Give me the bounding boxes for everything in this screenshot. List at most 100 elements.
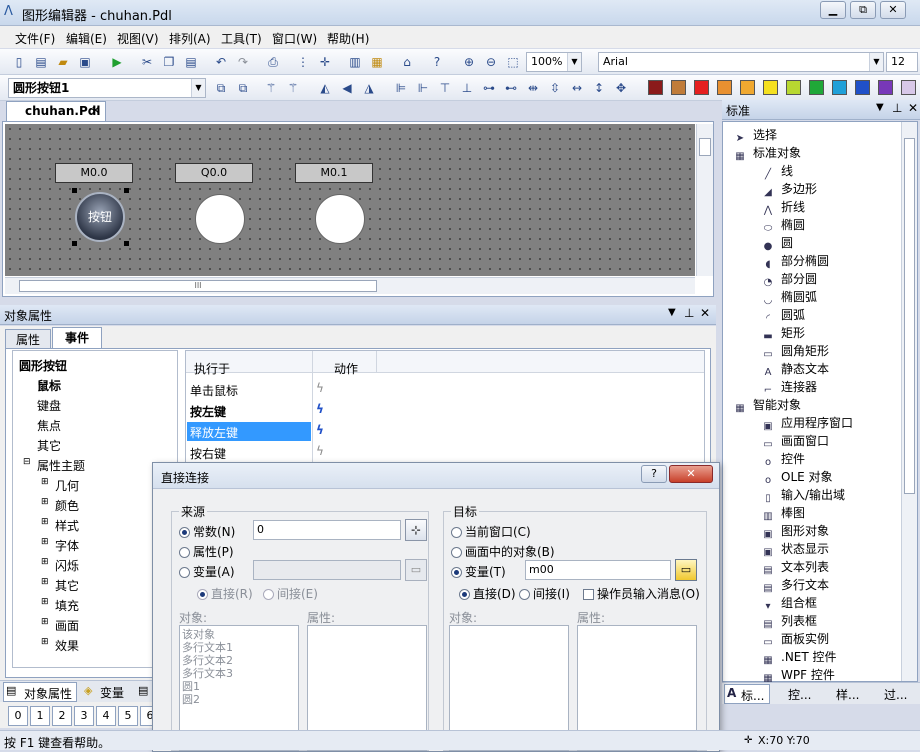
selection-handle[interactable] <box>72 188 77 193</box>
layer-button[interactable]: 4 <box>96 706 116 726</box>
color-swatch[interactable] <box>786 80 801 95</box>
palette-item[interactable]: ▤ 多行文本 <box>761 576 829 595</box>
palette-item[interactable]: ⌐ 连接器 <box>761 378 817 397</box>
palette-item[interactable]: ╱ 线 <box>761 162 793 181</box>
list-item[interactable]: 该对象 <box>182 628 296 641</box>
color-swatch[interactable] <box>740 80 755 95</box>
constant-input[interactable]: 0 <box>253 520 401 540</box>
menu-arrange[interactable]: 排列(A) <box>169 30 211 47</box>
layer-button[interactable]: 3 <box>74 706 94 726</box>
close-icon[interactable]: ✕ <box>91 104 100 117</box>
radio-indirect-source[interactable]: 间接(E) <box>263 585 318 602</box>
undo-icon[interactable]: ↶ <box>212 53 230 71</box>
menu-edit[interactable]: 编辑(E) <box>66 30 107 47</box>
tab-controls[interactable]: 控... <box>772 686 818 703</box>
same-size-icon[interactable]: ✥ <box>612 79 630 97</box>
close-icon[interactable]: ✕ <box>908 101 918 115</box>
palette-item[interactable]: ▥ 棒图 <box>761 504 805 523</box>
palette-item[interactable]: ▭ 画面窗口 <box>761 432 829 451</box>
expand-icon[interactable]: ⊞ <box>41 597 49 607</box>
palette-item[interactable]: ▣ 应用程序窗口 <box>761 414 853 433</box>
hscroll-thumb[interactable]: III <box>19 280 377 292</box>
color-swatch[interactable] <box>855 80 870 95</box>
lamp-q00[interactable] <box>195 194 245 244</box>
palette-item[interactable]: ◜ 圆弧 <box>761 306 805 325</box>
tree-item-flash[interactable]: 闪烁 <box>55 557 79 574</box>
selection-handle[interactable] <box>124 188 129 193</box>
palette-item[interactable]: ◖ 部分椭圆 <box>761 252 829 271</box>
bring-front-icon[interactable]: ⧉ <box>212 79 230 97</box>
context-help-icon[interactable]: ? <box>428 53 446 71</box>
pin-icon[interactable]: ⊥ <box>892 101 902 115</box>
flip-h-icon[interactable]: ◭ <box>316 79 334 97</box>
palette-item[interactable]: ▾ 组合框 <box>761 594 817 613</box>
snap-icon[interactable]: ✛ <box>316 53 334 71</box>
same-height-icon[interactable]: ↕ <box>590 79 608 97</box>
palette-item[interactable]: ◢ 多边形 <box>761 180 817 199</box>
menu-help[interactable]: 帮助(H) <box>327 30 369 47</box>
menu-tools[interactable]: 工具(T) <box>221 30 262 47</box>
palette-item[interactable]: ▭ 圆角矩形 <box>761 342 829 361</box>
maximize-button[interactable]: ⧉ <box>850 1 876 19</box>
expand-icon[interactable]: ⊞ <box>41 477 49 487</box>
lightning-icon[interactable]: ϟ <box>316 402 324 416</box>
open-icon[interactable]: ▰ <box>54 53 72 71</box>
redo-icon[interactable]: ↷ <box>234 53 252 71</box>
color-swatch[interactable] <box>763 80 778 95</box>
col-header-action[interactable]: 动作 <box>334 360 358 377</box>
center-v-icon[interactable]: ⊷ <box>502 79 520 97</box>
folder-icon[interactable]: ▭ <box>675 559 697 581</box>
label-q00[interactable]: Q0.0 <box>175 163 253 183</box>
palette-item[interactable]: ▦ 标准对象 <box>733 144 801 163</box>
list-icon[interactable]: ▤ <box>138 684 148 697</box>
align-top-icon[interactable]: ⊤ <box>436 79 454 97</box>
palette-item[interactable]: ᴏ OLE 对象 <box>761 468 833 487</box>
wand2-icon[interactable]: ⚚ <box>284 79 302 97</box>
wand-icon[interactable]: ⚚ <box>262 79 280 97</box>
pin-icon[interactable]: ⊥ <box>684 306 694 320</box>
minimize-button[interactable]: ▁ <box>820 1 846 19</box>
operator-message-checkbox[interactable]: 操作员输入消息(O) <box>583 585 700 602</box>
space-h-icon[interactable]: ⇹ <box>524 79 542 97</box>
tab-process[interactable]: 过... <box>868 686 914 703</box>
tree-item-other[interactable]: 其它 <box>37 437 61 454</box>
copy-icon[interactable]: ❐ <box>160 53 178 71</box>
tree-item-mouse[interactable]: 鼠标 <box>37 377 61 394</box>
layer-button[interactable]: 2 <box>52 706 72 726</box>
new-icon[interactable]: ▯ <box>10 53 28 71</box>
tree-item-picture[interactable]: 画面 <box>55 617 79 634</box>
tree-item-style[interactable]: 样式 <box>55 517 79 534</box>
radio-variable-source[interactable]: 变量(A) <box>179 563 235 580</box>
palette-item[interactable]: ⋀ 折线 <box>761 198 805 217</box>
zoom-out-icon[interactable]: ⊖ <box>482 53 500 71</box>
dropdown-icon[interactable]: ▼ <box>876 102 884 113</box>
radio-picture-object[interactable]: 画面中的对象(B) <box>451 543 555 560</box>
tree-item-geometry[interactable]: 几何 <box>55 477 79 494</box>
palette-item[interactable]: ᴏ 控件 <box>761 450 805 469</box>
selection-handle[interactable] <box>72 241 77 246</box>
constant-picker-button[interactable]: ⊹ <box>405 519 427 541</box>
event-row-click[interactable]: 单击鼠标 <box>190 382 238 399</box>
grid-icon[interactable]: ⋮ <box>294 53 312 71</box>
layout-icon[interactable]: ▥ <box>346 53 364 71</box>
layer-button[interactable]: 5 <box>118 706 138 726</box>
folder-icon[interactable]: ▭ <box>405 559 427 581</box>
list-item[interactable]: 圆1 <box>182 680 296 693</box>
canvas-hscrollbar[interactable]: III <box>5 277 695 294</box>
cut-icon[interactable]: ✂ <box>138 53 156 71</box>
dropdown-icon[interactable]: ▼ <box>668 307 676 318</box>
same-width-icon[interactable]: ↔ <box>568 79 586 97</box>
tree-item-focus[interactable]: 焦点 <box>37 417 61 434</box>
color-swatch[interactable] <box>901 80 916 95</box>
close-icon[interactable]: ✕ <box>700 306 710 320</box>
new-doc-icon[interactable]: ▤ <box>32 53 50 71</box>
folder-view-icon[interactable]: ▦ <box>368 53 386 71</box>
tab-styles[interactable]: 样... <box>820 686 866 703</box>
rotate-icon[interactable]: ◮ <box>360 79 378 97</box>
event-row-left-down[interactable]: 按左键 <box>190 403 226 420</box>
list-item[interactable]: 多行文本3 <box>182 667 296 680</box>
radio-variable-target[interactable]: 变量(T) <box>451 563 506 580</box>
dialog-close-button[interactable]: ✕ <box>669 465 713 483</box>
event-row-right-down[interactable]: 按右键 <box>190 445 226 462</box>
tab-properties[interactable]: 属性 <box>5 329 51 350</box>
